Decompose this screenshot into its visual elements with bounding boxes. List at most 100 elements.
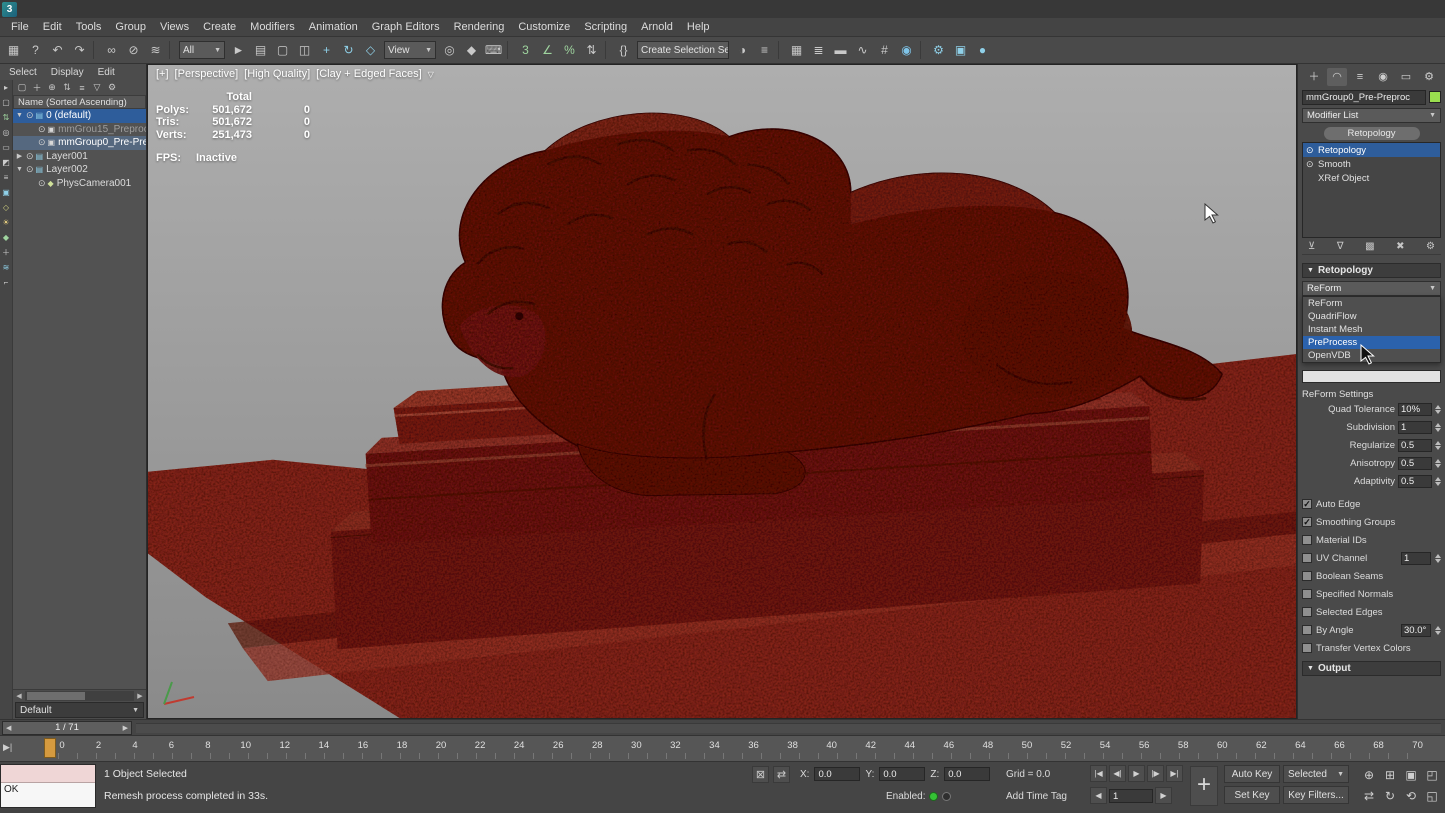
collapse-arrow-icon[interactable]: ▶: [15, 152, 24, 160]
maxscript-mini-listener[interactable]: OK: [0, 764, 96, 808]
create-tab[interactable]: ＋: [1304, 68, 1324, 86]
snaps-toggle-icon[interactable]: 3: [515, 40, 536, 61]
add-time-tag[interactable]: Add Time Tag: [1006, 791, 1067, 802]
modify-tab[interactable]: ◠: [1327, 68, 1347, 86]
utilities-tab[interactable]: ⚙: [1419, 68, 1439, 86]
display-bones-icon[interactable]: ⌐: [1, 277, 12, 288]
auto-edge-checkbox[interactable]: ✓: [1302, 499, 1312, 509]
dropdown-option-preprocess[interactable]: PreProcess: [1303, 336, 1440, 349]
by-angle-checkbox[interactable]: [1302, 625, 1312, 635]
spinner-arrows-icon[interactable]: [1435, 405, 1441, 414]
add-to-layer-icon[interactable]: ⊕: [46, 82, 58, 93]
menu-create[interactable]: Create: [196, 19, 243, 35]
window-crossing-icon[interactable]: ◫: [294, 40, 315, 61]
go-to-start-icon[interactable]: |◀: [1090, 765, 1107, 782]
select-none-icon[interactable]: ▭: [1, 142, 12, 153]
open-mini-curve-editor-icon[interactable]: ▶|: [3, 742, 12, 753]
schematic-view-icon[interactable]: #: [874, 40, 895, 61]
new-layer-icon[interactable]: ＋: [31, 81, 43, 94]
rendered-frame-window-icon[interactable]: ▣: [950, 40, 971, 61]
redo-icon[interactable]: ↷: [69, 40, 90, 61]
scroll-left-icon[interactable]: ◀: [13, 692, 25, 700]
render-production-icon[interactable]: ●: [972, 40, 993, 61]
current-frame-field[interactable]: 1: [1109, 789, 1153, 803]
auto-key-button[interactable]: Auto Key: [1224, 765, 1280, 783]
explorer-menu-display[interactable]: Display: [45, 66, 90, 79]
viewport-shading-label[interactable]: [Clay + Edged Faces]: [316, 68, 421, 80]
explorer-row[interactable]: ▶⊙▤Layer001: [13, 150, 146, 164]
reference-coordinate-dropdown[interactable]: View▼: [384, 41, 436, 59]
next-key-icon[interactable]: |▶: [1147, 765, 1164, 782]
key-filters-button[interactable]: Key Filters...: [1283, 786, 1349, 804]
visibility-eye-icon[interactable]: ⊙: [26, 110, 34, 121]
viewport-quality-label[interactable]: [High Quality]: [244, 68, 310, 80]
selection-filter-dropdown[interactable]: All▼: [179, 41, 225, 59]
explorer-hscrollbar[interactable]: [25, 691, 134, 701]
viewport-canvas[interactable]: [148, 65, 1296, 718]
display-helpers-icon[interactable]: ＋: [1, 247, 12, 258]
menu-animation[interactable]: Animation: [302, 19, 365, 35]
uv-channel-checkbox[interactable]: [1302, 553, 1312, 563]
menu-modifiers[interactable]: Modifiers: [243, 19, 302, 35]
show-end-result-icon[interactable]: ∇: [1337, 241, 1344, 252]
coord-y-field[interactable]: 0.0: [879, 767, 925, 781]
display-geometry-icon[interactable]: ▣: [1, 187, 12, 198]
filter-list-icon[interactable]: ▽: [91, 82, 103, 93]
app-logo-icon[interactable]: 3: [2, 2, 17, 17]
boolean-seams-checkbox[interactable]: [1302, 571, 1312, 581]
explorer-menu-select[interactable]: Select: [3, 66, 43, 79]
dropdown-option-openvdb[interactable]: OpenVDB: [1303, 349, 1440, 362]
selection-lock-icon[interactable]: ⊠: [752, 766, 769, 783]
modifier-visibility-icon[interactable]: ⊙: [1306, 159, 1315, 170]
go-to-end-icon[interactable]: ▶|: [1166, 765, 1183, 782]
explorer-settings-icon[interactable]: ⚙: [106, 82, 118, 93]
regularize-field[interactable]: 0.5: [1398, 439, 1432, 452]
current-frame-marker[interactable]: [44, 738, 56, 758]
menu-arnold[interactable]: Arnold: [634, 19, 680, 35]
absolute-offset-toggle-icon[interactable]: ⇄: [773, 766, 790, 783]
explorer-sort-header[interactable]: Name (Sorted Ascending): [13, 95, 146, 109]
toggle-layer-explorer-icon[interactable]: ≣: [808, 40, 829, 61]
orbit-icon[interactable]: ↻: [1380, 786, 1400, 806]
select-and-move-icon[interactable]: +: [316, 40, 337, 61]
pin-stack-icon[interactable]: ⊻: [1308, 241, 1315, 252]
explorer-row[interactable]: ⊙▣mmGrou15_Preproc: [13, 123, 146, 137]
motion-tab[interactable]: ◉: [1373, 68, 1393, 86]
explorer-row[interactable]: ⊙▣mmGroup0_Pre-Pre: [13, 136, 146, 150]
retopology-rollout-header[interactable]: ▼ Retopology: [1302, 263, 1441, 278]
pin-explorer-icon[interactable]: ▢: [16, 82, 28, 93]
retopology-method-dropdown[interactable]: ReForm ▼: [1302, 281, 1441, 296]
modifier-stack-row[interactable]: XRef Object: [1303, 171, 1440, 185]
material-ids-checkbox[interactable]: [1302, 535, 1312, 545]
spinner-arrows-icon[interactable]: [1435, 459, 1441, 468]
display-lights-icon[interactable]: ☀: [1, 217, 12, 228]
filter-icon[interactable]: ▽: [428, 68, 434, 80]
modifier-visibility-icon[interactable]: ⊙: [1306, 145, 1315, 156]
specified-normals-checkbox[interactable]: [1302, 589, 1312, 599]
zoom-region-icon[interactable]: ◰: [1422, 765, 1442, 785]
expand-arrow-icon[interactable]: ▼: [15, 166, 24, 173]
quad-tolerance-field[interactable]: 10%: [1398, 403, 1432, 416]
explorer-row[interactable]: ▼⊙▤Layer002: [13, 163, 146, 177]
zoom-extents-icon[interactable]: ▣: [1401, 765, 1421, 785]
time-slider-back-icon[interactable]: ◀: [6, 724, 11, 732]
align-icon[interactable]: ≡: [754, 40, 775, 61]
configure-modifier-sets-icon[interactable]: ⚙: [1426, 241, 1435, 252]
time-slider-handle[interactable]: ◀ 1 / 71 ▶: [2, 721, 132, 735]
spinner-arrows-icon[interactable]: [1435, 423, 1441, 432]
menu-rendering[interactable]: Rendering: [447, 19, 512, 35]
smoothing-groups-checkbox[interactable]: ✓: [1302, 517, 1312, 527]
help-icon[interactable]: ?: [25, 40, 46, 61]
scroll-right-icon[interactable]: ▶: [134, 692, 146, 700]
curve-editor-icon[interactable]: ∿: [852, 40, 873, 61]
toggle-scene-explorer-icon[interactable]: ▦: [786, 40, 807, 61]
time-slider-forward-icon[interactable]: ▶: [123, 724, 128, 732]
zoom-icon[interactable]: ⊕: [1359, 765, 1379, 785]
previous-frame-icon[interactable]: ◀: [1090, 787, 1107, 804]
rectangular-selection-region-icon[interactable]: ▢: [272, 40, 293, 61]
modifier-stack-row[interactable]: ⊙Retopology: [1303, 143, 1440, 157]
bind-to-space-warp-icon[interactable]: ≋: [145, 40, 166, 61]
undo-icon[interactable]: ↶: [47, 40, 68, 61]
edit-named-selection-sets-icon[interactable]: {}: [613, 40, 634, 61]
maximize-viewport-icon[interactable]: ◱: [1422, 786, 1442, 806]
